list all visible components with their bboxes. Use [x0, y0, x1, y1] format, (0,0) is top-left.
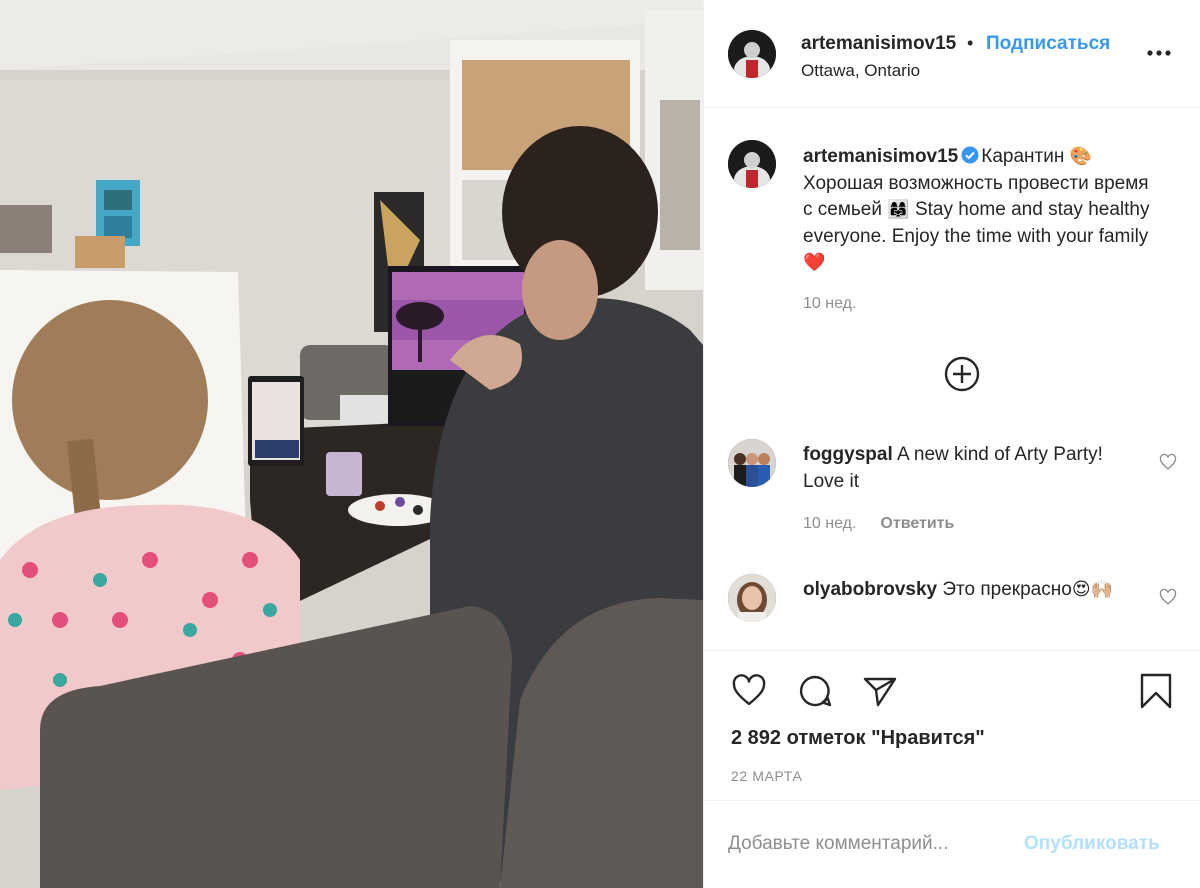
post-photo[interactable]	[0, 0, 703, 888]
caption-time[interactable]: 10 нед.	[803, 295, 856, 313]
comment-like-icon[interactable]	[1159, 453, 1177, 471]
comment-text: olyabobrovsky Это прекрасно😍🙌🏼	[803, 577, 1143, 604]
more-options-icon[interactable]	[1144, 40, 1174, 66]
location-link[interactable]: Ottawa, Ontario	[801, 61, 920, 81]
comment-body: Это прекрасно	[942, 579, 1072, 600]
commenter-avatar[interactable]	[728, 439, 776, 487]
author-avatar[interactable]	[728, 30, 776, 78]
family-emoji: 👩‍👩‍👧	[887, 199, 910, 220]
caption-username[interactable]: artemanisimov15	[803, 146, 958, 167]
header-separator: •	[967, 33, 974, 53]
caption-text-part-1: Карантин	[981, 146, 1070, 167]
share-send-icon[interactable]	[862, 673, 898, 709]
comment-text: foggyspal A new kind of Arty Party! Love…	[803, 442, 1143, 495]
red-heart-emoji: ❤️	[803, 252, 826, 273]
likes-count[interactable]: 2 892 отметок "Нравится"	[731, 727, 985, 750]
comment-like-icon[interactable]	[1159, 588, 1177, 606]
publish-comment-button[interactable]: Опубликовать	[1024, 833, 1160, 855]
caption-author-avatar[interactable]	[728, 140, 776, 188]
comment-meta: 10 нед. Ответить	[803, 515, 954, 533]
post-actions: 2 892 отметок "Нравится" 22 МАРТА	[704, 650, 1200, 800]
heart-eyes-clap-emoji: 😍🙌🏼	[1071, 579, 1113, 600]
follow-button[interactable]: Подписаться	[986, 33, 1110, 55]
save-bookmark-icon[interactable]	[1138, 673, 1174, 709]
add-comment-bar: Опубликовать	[704, 800, 1200, 888]
post-date[interactable]: 22 МАРТА	[731, 768, 802, 784]
comment-input[interactable]	[728, 829, 1028, 859]
verified-badge-icon	[961, 146, 979, 164]
load-more-comments-icon[interactable]	[944, 356, 980, 392]
post-sidebar: artemanisimov15 • Подписаться Ottawa, On…	[703, 0, 1200, 888]
post-photo-illustration	[0, 0, 703, 888]
commenter-avatar[interactable]	[728, 574, 776, 622]
author-username[interactable]: artemanisimov15	[801, 33, 956, 55]
caption-text: artemanisimov15 Карантин 🎨 Хорошая возмож…	[803, 144, 1153, 277]
like-heart-icon[interactable]	[731, 673, 767, 709]
post-header: artemanisimov15 • Подписаться Ottawa, On…	[704, 0, 1200, 108]
reply-button[interactable]: Ответить	[880, 515, 954, 532]
commenter-username[interactable]: olyabobrovsky	[803, 579, 937, 600]
commenter-username[interactable]: foggyspal	[803, 444, 893, 465]
palette-emoji: 🎨	[1069, 146, 1093, 167]
comment-bubble-icon[interactable]	[797, 673, 833, 709]
comment-time[interactable]: 10 нед.	[803, 515, 856, 532]
